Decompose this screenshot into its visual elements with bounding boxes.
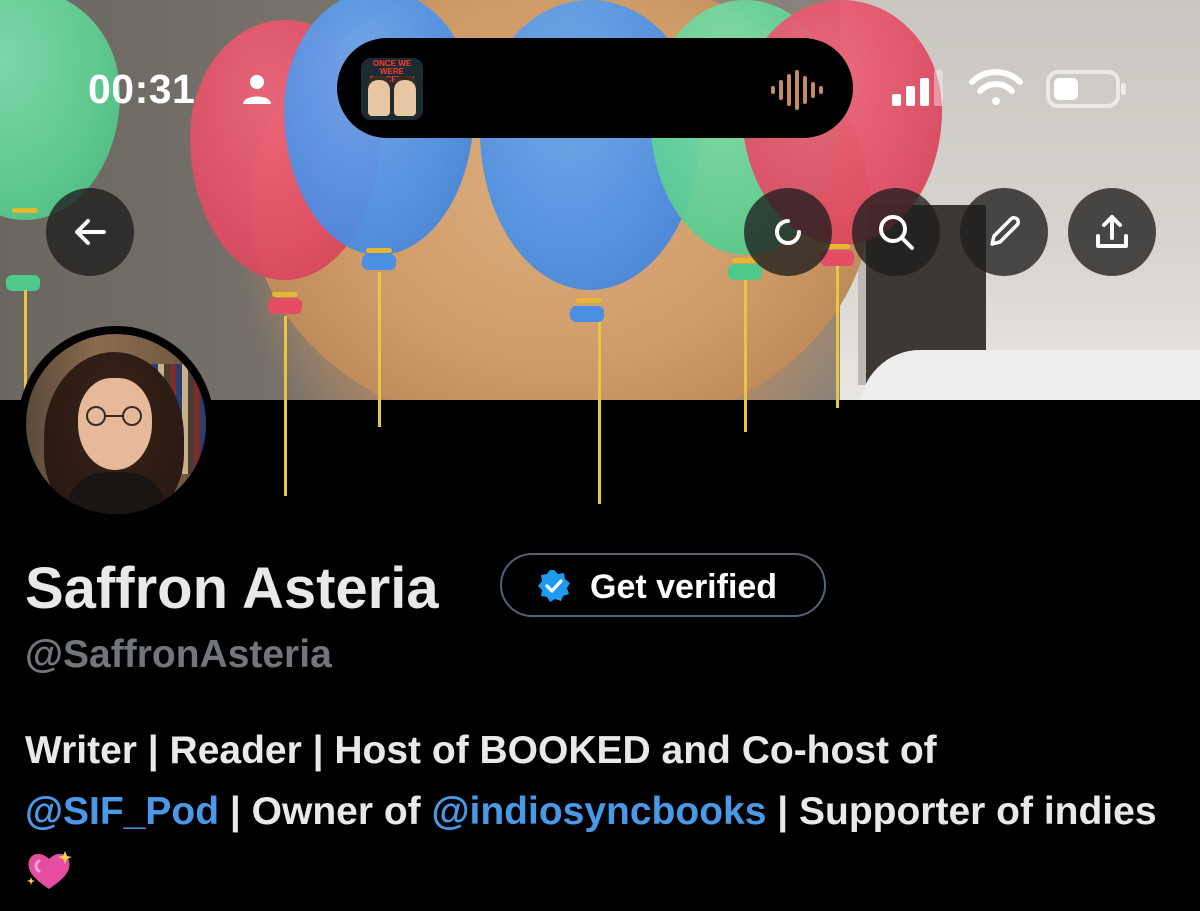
system-status-icons (892, 69, 1126, 108)
share-button[interactable] (1068, 188, 1156, 276)
bio-text: | Owner of (219, 790, 432, 833)
bio-mention-link[interactable]: @SIF_Pod (25, 790, 219, 833)
dynamic-island[interactable]: ONCE WE WERE SPACEMEN (337, 38, 853, 138)
banner-blanket (860, 350, 1200, 400)
refresh-button[interactable] (744, 188, 832, 276)
bio-text: Writer | Reader | Host of BOOKED and Co-… (25, 729, 937, 772)
cellular-signal-icon (892, 70, 943, 106)
wifi-icon (969, 69, 1023, 105)
battery-icon (1046, 70, 1126, 108)
search-button[interactable] (852, 188, 940, 276)
status-time: 00:31 (88, 66, 196, 112)
pencil-icon (990, 216, 1020, 246)
bio-text: | Supporter of indies (766, 790, 1157, 833)
share-icon (1096, 215, 1128, 248)
search-icon (879, 215, 914, 250)
profile-handle: @SaffronAsteria (25, 633, 332, 676)
avatar[interactable] (18, 326, 214, 522)
waveform-icon (771, 70, 823, 110)
edit-button[interactable] (960, 188, 1048, 276)
profile-name: Saffron Asteria (25, 556, 439, 621)
person-icon (243, 75, 271, 104)
get-verified-button[interactable]: Get verified (500, 553, 826, 617)
avatar-photo (26, 334, 206, 514)
back-button[interactable] (46, 188, 134, 276)
sparkling-heart-emoji (27, 851, 72, 889)
refresh-icon (775, 219, 801, 245)
profile-bio: Writer | Reader | Host of BOOKED and Co-… (25, 720, 1175, 903)
arrow-left-icon (75, 219, 106, 245)
bio-mention-link[interactable]: @indiosyncbooks (432, 790, 767, 833)
verified-badge-icon (538, 570, 570, 602)
get-verified-label: Get verified (590, 568, 778, 606)
now-playing-artwork[interactable]: ONCE WE WERE SPACEMEN (361, 58, 423, 120)
